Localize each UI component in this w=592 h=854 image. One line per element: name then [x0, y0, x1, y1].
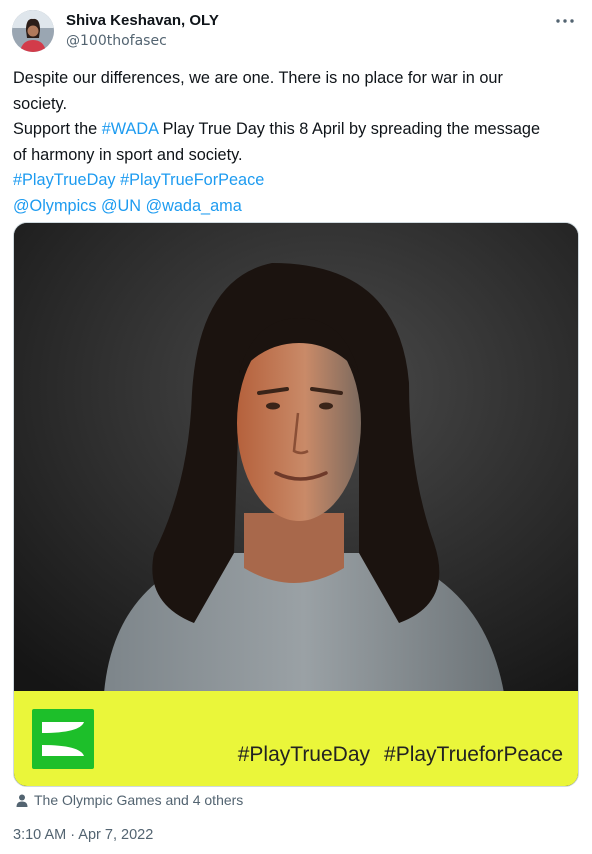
- hashtag-link[interactable]: #PlayTrueDay: [13, 171, 116, 189]
- tweet-text-segment: Support the: [13, 120, 102, 138]
- author-name[interactable]: Shiva Keshavan, OLY: [66, 12, 219, 29]
- tweet-timestamp[interactable]: 3:10 AM · Apr 7, 2022: [13, 827, 153, 843]
- wada-logo: [32, 709, 94, 769]
- mention-link[interactable]: @UN: [101, 197, 141, 215]
- tweet-text-line: @Olympics @UN @wada_ama: [13, 194, 583, 220]
- tweet-card: Shiva Keshavan, OLY @100thofasec Despite…: [0, 0, 592, 854]
- tweet-media[interactable]: #PlayTrueDay #PlayTrueforPeace: [13, 222, 579, 787]
- person-icon: [16, 794, 28, 807]
- campaign-banner: #PlayTrueDay #PlayTrueforPeace: [14, 691, 578, 786]
- hashtag-link[interactable]: #WADA: [102, 120, 158, 138]
- tagged-text: The Olympic Games and 4 others: [34, 792, 244, 808]
- tweet-text: Despite our differences, we are one. The…: [13, 66, 583, 219]
- tweet-text-line: Despite our differences, we are one. The…: [13, 66, 583, 92]
- tweet-text-segment: Play True Day this 8 April by spreading …: [158, 120, 541, 138]
- mention-link[interactable]: @Olympics: [13, 197, 96, 215]
- tagged-users-link[interactable]: The Olympic Games and 4 others: [16, 792, 243, 808]
- more-icon: [556, 19, 574, 23]
- tweet-text-segment: society.: [13, 94, 67, 113]
- author-handle[interactable]: @100thofasec: [66, 33, 167, 49]
- tweet-text-line: #PlayTrueDay #PlayTrueForPeace: [13, 168, 583, 194]
- tweet-text-line: of harmony in sport and society.: [13, 143, 583, 169]
- tweet-text-segment: Despite our differences, we are one. The…: [13, 69, 503, 87]
- tweet-text-segment: of harmony in sport and society.: [13, 145, 243, 164]
- portrait-photo: [14, 223, 578, 693]
- tweet-text-line: Support the #WADA Play True Day this 8 A…: [13, 117, 583, 143]
- banner-hashtag: #PlayTrueforPeace: [384, 743, 563, 766]
- avatar[interactable]: [12, 10, 54, 52]
- more-options-button[interactable]: [552, 12, 578, 30]
- hashtag-link[interactable]: #PlayTrueForPeace: [120, 171, 264, 189]
- mention-link[interactable]: @wada_ama: [146, 197, 242, 215]
- banner-hashtags: #PlayTrueDay #PlayTrueforPeace: [238, 743, 563, 767]
- banner-hashtag: #PlayTrueDay: [237, 743, 371, 766]
- tweet-text-line: society.: [13, 92, 583, 118]
